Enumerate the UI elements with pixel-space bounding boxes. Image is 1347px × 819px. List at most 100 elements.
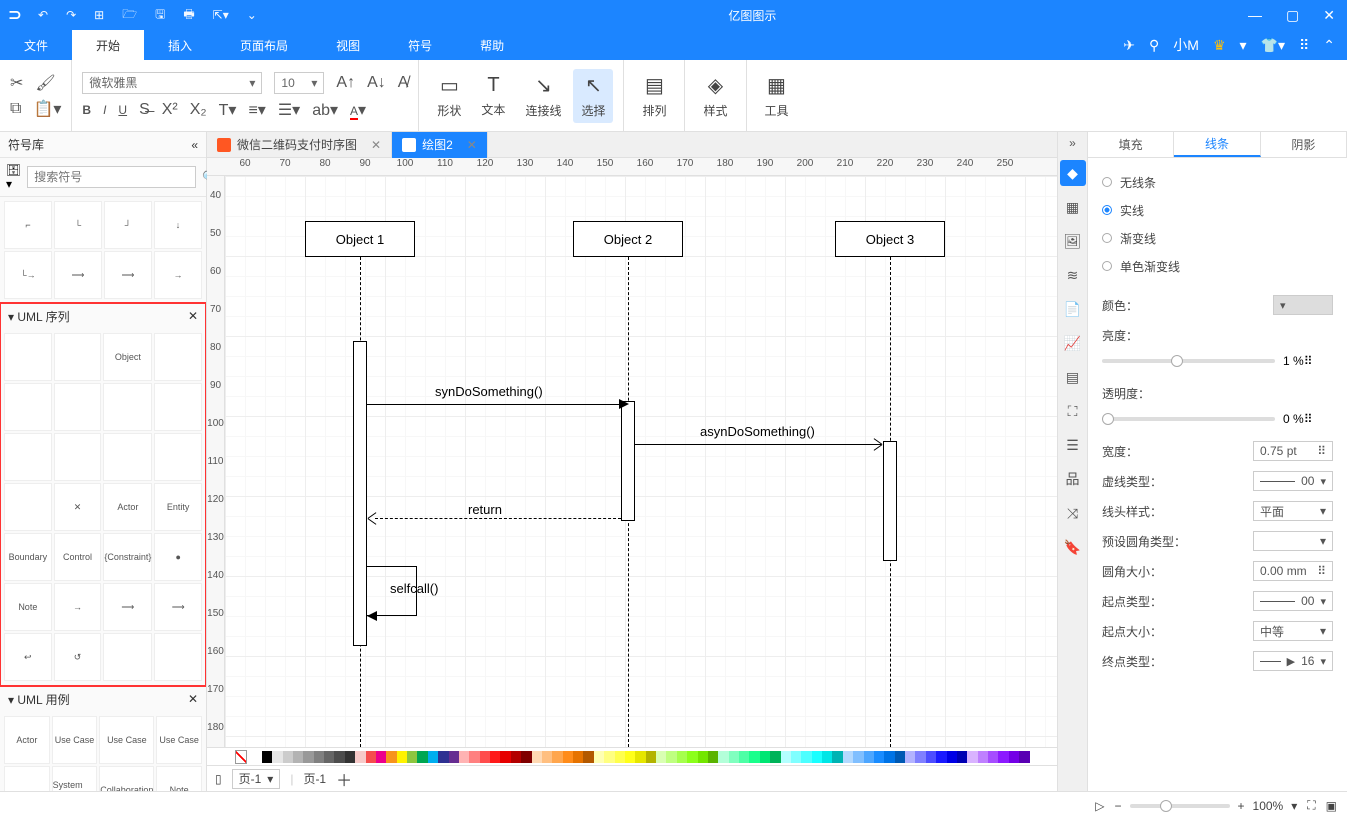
superscript-icon[interactable]: X² [162, 101, 178, 119]
color-swatch[interactable] [345, 751, 355, 763]
activation[interactable] [883, 441, 897, 561]
dash-select[interactable]: 00 ▾ [1253, 471, 1333, 491]
color-swatch[interactable] [500, 751, 510, 763]
tree-panel-icon[interactable]: 品 [1060, 466, 1086, 492]
activation[interactable] [621, 401, 635, 521]
color-swatch[interactable] [843, 751, 853, 763]
shape-item[interactable] [54, 333, 102, 381]
tshirt-icon[interactable]: 👕▾ [1261, 37, 1285, 54]
shape-item[interactable]: Actor [4, 716, 50, 764]
color-swatch[interactable] [646, 751, 656, 763]
color-swatch[interactable] [262, 751, 272, 763]
send-icon[interactable]: ✈ [1123, 37, 1135, 54]
strike-icon[interactable]: S̶ [139, 101, 150, 119]
async-message[interactable] [635, 444, 881, 445]
opacity-slider[interactable] [1102, 417, 1275, 421]
shape-item[interactable] [154, 333, 202, 381]
fullscreen-icon[interactable]: ▣ [1326, 799, 1337, 813]
italic-icon[interactable]: I [103, 101, 106, 119]
shuffle-panel-icon[interactable]: ⤨ [1060, 500, 1086, 526]
format-painter-icon[interactable]: 🖌 [35, 73, 55, 93]
font-color-icon[interactable]: A▾ [350, 100, 366, 120]
shape-item[interactable] [103, 433, 152, 481]
color-swatch[interactable] [397, 751, 407, 763]
color-swatch[interactable] [791, 751, 801, 763]
zoom-in-icon[interactable]: + [1238, 799, 1245, 813]
color-swatch[interactable] [386, 751, 396, 763]
menu-view[interactable]: 视图 [312, 30, 384, 60]
shape-item[interactable]: Use Case [99, 716, 154, 764]
shape-item[interactable]: Use Case [156, 716, 202, 764]
object-box[interactable]: Object 2 [573, 221, 683, 257]
shape-item[interactable]: ┘ [104, 201, 152, 249]
print-icon[interactable]: 🖶 [183, 5, 194, 26]
color-swatch[interactable] [978, 751, 988, 763]
collapse-ribbon-icon[interactable]: ⌃ [1323, 37, 1335, 54]
color-swatch[interactable] [625, 751, 635, 763]
zoom-value[interactable]: 100% [1253, 799, 1284, 813]
color-swatch[interactable] [874, 751, 884, 763]
color-swatch[interactable] [801, 751, 811, 763]
color-swatch[interactable] [677, 751, 687, 763]
color-swatch[interactable] [822, 751, 832, 763]
object-box[interactable]: Object 1 [305, 221, 415, 257]
color-swatch[interactable] [853, 751, 863, 763]
close-tab-icon[interactable]: ✕ [371, 138, 381, 152]
shape-item[interactable]: ⟶ [154, 583, 202, 631]
color-swatch[interactable] [864, 751, 874, 763]
shape-item[interactable]: ⟶ [104, 251, 152, 299]
shape-item[interactable]: Collaboration [99, 766, 154, 791]
connector-button[interactable]: ↘连接线 [517, 69, 569, 123]
user-dropdown-icon[interactable]: ▾ [1240, 37, 1247, 54]
select-button[interactable]: ↖选择 [573, 69, 613, 123]
color-swatch[interactable] [563, 751, 573, 763]
color-swatch[interactable] [760, 751, 770, 763]
menu-help[interactable]: 帮助 [456, 30, 528, 60]
shape-item[interactable]: Actor [103, 483, 152, 531]
color-swatch[interactable] [251, 751, 261, 763]
close-tab-icon[interactable]: ✕ [467, 138, 477, 152]
activation[interactable] [353, 341, 367, 646]
style-panel-icon[interactable]: ◆ [1060, 160, 1086, 186]
shape-item[interactable]: → [154, 251, 202, 299]
paste-icon[interactable]: 📋▾ [33, 99, 61, 119]
menu-file[interactable]: 文件 [0, 30, 72, 60]
color-swatch[interactable] [334, 751, 344, 763]
color-swatch[interactable] [272, 751, 282, 763]
text-align-icon[interactable]: T▾ [219, 100, 237, 120]
color-swatch[interactable] [376, 751, 386, 763]
color-swatch[interactable] [438, 751, 448, 763]
color-swatch[interactable] [884, 751, 894, 763]
color-swatch[interactable] [1009, 751, 1019, 763]
menu-symbol[interactable]: 符号 [384, 30, 456, 60]
color-swatch[interactable] [480, 751, 490, 763]
no-color-swatch[interactable] [235, 750, 247, 764]
color-swatch[interactable] [490, 751, 500, 763]
color-swatch[interactable] [718, 751, 728, 763]
add-page-icon[interactable]: ＋ [336, 767, 352, 791]
color-swatch[interactable] [749, 751, 759, 763]
color-swatch[interactable] [957, 751, 967, 763]
close-category-icon[interactable]: ✕ [188, 309, 198, 323]
doc-tab[interactable]: 微信二维码支付时序图✕ [207, 132, 392, 158]
color-swatch[interactable] [542, 751, 552, 763]
start-select[interactable]: 00 ▾ [1253, 591, 1333, 611]
menu-layout[interactable]: 页面布局 [216, 30, 312, 60]
shape-item[interactable]: ⟶ [103, 583, 152, 631]
color-swatch[interactable] [604, 751, 614, 763]
end-select[interactable]: ▶ 16 ▾ [1253, 651, 1333, 671]
color-swatch[interactable] [666, 751, 676, 763]
qat-more-icon[interactable]: ⌄ [247, 8, 257, 22]
page-panel-icon[interactable]: 📄 [1060, 296, 1086, 322]
doc-tab[interactable]: 绘图2✕ [392, 132, 488, 158]
shape-item[interactable]: System Actor [52, 766, 98, 791]
color-swatch[interactable] [729, 751, 739, 763]
shape-item[interactable]: ✕ [54, 483, 102, 531]
shape-item[interactable]: ⌐ [4, 201, 52, 249]
color-swatch[interactable] [739, 751, 749, 763]
brightness-slider[interactable] [1102, 359, 1275, 363]
color-swatch[interactable] [832, 751, 842, 763]
sync-message[interactable] [367, 404, 619, 405]
shape-item[interactable]: ↩ [4, 633, 52, 681]
category-header[interactable]: ▾ UML 序列✕ [0, 303, 206, 329]
